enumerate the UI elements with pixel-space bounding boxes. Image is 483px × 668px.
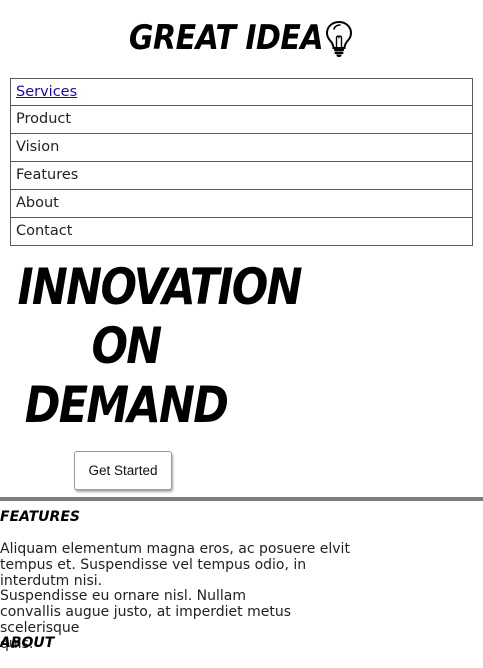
nav-link-contact[interactable]: Contact — [16, 223, 72, 239]
nav-item-features[interactable]: Features — [10, 162, 473, 190]
features-text-line: Suspendisse eu ornare nisl. Nullam — [0, 588, 247, 605]
hero-title-line: INNOVATION — [17, 258, 303, 316]
main-nav: Services Product Vision Features About C… — [10, 78, 473, 246]
brand-logo-text: GREAT IDEA — [128, 18, 324, 58]
hero-title-line: DEMAND — [24, 376, 229, 434]
about-heading: ABOUT — [0, 635, 55, 651]
section-divider — [0, 497, 483, 501]
hero-title-line: ON — [91, 317, 162, 375]
features-text-line: convallis augue justo, at imperdiet metu… — [0, 604, 291, 636]
features-text-line: interdutm nisi. — [0, 572, 103, 589]
nav-item-about[interactable]: About — [10, 190, 473, 218]
nav-item-services[interactable]: Services — [10, 78, 473, 106]
get-started-button[interactable]: Get Started — [74, 451, 172, 490]
nav-link-services[interactable]: Services — [16, 84, 77, 100]
site-header: GREAT IDEA — [0, 14, 483, 62]
nav-item-vision[interactable]: Vision — [10, 134, 473, 162]
features-heading: FEATURES — [0, 509, 80, 525]
nav-link-product[interactable]: Product — [16, 111, 71, 127]
lightbulb-icon — [326, 20, 353, 57]
nav-link-about[interactable]: About — [16, 195, 59, 211]
page: GREAT IDEA Services Product Vision Featu… — [0, 0, 483, 668]
features-text-line: tempus et. Suspendisse vel tempus odio, … — [0, 556, 307, 573]
nav-item-contact[interactable]: Contact — [10, 218, 473, 246]
nav-link-features[interactable]: Features — [16, 167, 78, 183]
nav-link-vision[interactable]: Vision — [16, 139, 59, 155]
features-text-line: Aliquam elementum magna eros, ac posuere… — [0, 541, 350, 557]
hero-title: INNOVATION ON DEMAND — [18, 258, 303, 435]
nav-item-product[interactable]: Product — [10, 106, 473, 134]
